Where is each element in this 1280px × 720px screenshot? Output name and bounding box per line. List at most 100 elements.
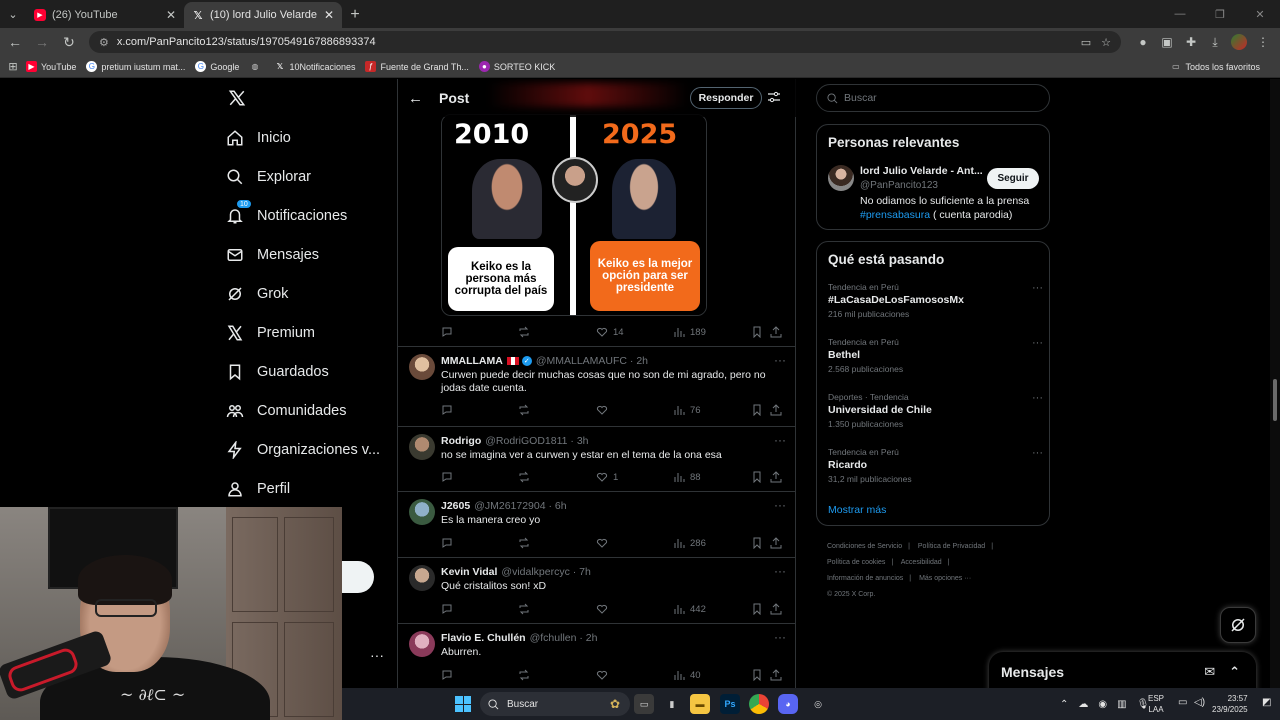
avatar[interactable] — [828, 165, 854, 191]
tab-search-icon[interactable]: ⌄ — [0, 0, 26, 28]
restore-button[interactable]: ❐ — [1200, 0, 1240, 28]
grok-button[interactable] — [1220, 607, 1256, 643]
back-button[interactable]: ← — [3, 30, 27, 54]
tab-youtube[interactable]: ▶ (26) YouTube ✕ — [26, 2, 184, 28]
bookmark-notificaciones[interactable]: 𝕏 10Notificaciones — [274, 61, 356, 72]
views-action[interactable]: 40 — [673, 669, 701, 681]
person-name[interactable]: lord Julio Velarde - Ant... — [860, 165, 983, 177]
taskbar-search[interactable]: Buscar ✿ — [480, 692, 630, 716]
nav-explorar[interactable]: Explorar — [226, 168, 311, 186]
bookmark-google[interactable]: G Google — [195, 61, 239, 72]
reply-button[interactable]: Responder — [690, 87, 762, 109]
task-view-icon[interactable]: ▭ — [634, 694, 654, 714]
app-tray-icon[interactable]: ▥ — [1117, 699, 1126, 710]
views-action[interactable]: 76 — [673, 404, 701, 416]
views-action[interactable]: 189 — [673, 326, 706, 338]
reply-tweet[interactable]: J2605 @JM26172904 · 6h ··· Es la manera … — [398, 492, 796, 557]
cast-icon[interactable]: ▭ — [1081, 36, 1091, 49]
extension-icon[interactable]: ▣ — [1155, 30, 1179, 54]
nav-organizaciones[interactable]: Organizaciones v... — [226, 441, 380, 459]
like-action[interactable] — [596, 404, 613, 416]
show-more-link[interactable]: Mostrar más — [828, 504, 886, 516]
reply-action[interactable] — [441, 404, 458, 416]
nav-mensajes[interactable]: Mensajes — [226, 246, 319, 264]
bookmark-action[interactable] — [751, 404, 768, 416]
bookmark-action[interactable] — [751, 471, 768, 483]
trend-item[interactable]: Deportes · Tendencia Universidad de Chil… — [828, 392, 1043, 429]
avatar[interactable] — [409, 565, 435, 591]
scrollbar-thumb[interactable] — [1273, 379, 1277, 421]
photoshop-icon[interactable]: Ps — [720, 694, 740, 714]
menu-icon[interactable]: ⋮ — [1251, 30, 1275, 54]
network-icon[interactable]: ▭ — [1178, 697, 1187, 708]
x-logo-icon[interactable] — [228, 89, 246, 107]
bookmark-action[interactable] — [751, 603, 768, 615]
nav-perfil[interactable]: Perfil — [226, 480, 290, 498]
bookmark-youtube[interactable]: ▶ YouTube — [26, 61, 76, 72]
trend-item[interactable]: Tendencia en Perú Ricardo 31,2 mil publi… — [828, 447, 1043, 484]
repost-action[interactable] — [518, 537, 535, 549]
apps-icon[interactable]: ⊞ — [0, 60, 26, 73]
like-action[interactable] — [596, 537, 613, 549]
volume-icon[interactable]: ◁) — [1194, 697, 1205, 708]
download-icon[interactable]: ⤓ — [1203, 30, 1227, 54]
close-icon[interactable]: ✕ — [324, 8, 334, 22]
more-icon[interactable]: ··· — [774, 630, 786, 644]
nav-grok[interactable]: Grok — [226, 285, 288, 303]
nav-guardados[interactable]: Guardados — [226, 363, 329, 381]
share-action[interactable] — [770, 404, 787, 416]
share-action[interactable] — [770, 669, 787, 681]
bookmark-pretium[interactable]: Gpretium iustum mat... — [86, 61, 185, 72]
views-action[interactable]: 286 — [673, 537, 706, 549]
puzzle-icon[interactable]: ✚ — [1179, 30, 1203, 54]
repost-action[interactable] — [518, 471, 535, 483]
avatar[interactable] — [409, 354, 435, 380]
reply-action[interactable] — [441, 669, 458, 681]
filter-icon[interactable] — [768, 91, 780, 103]
follow-button[interactable]: Seguir — [987, 168, 1039, 189]
site-info-icon[interactable]: ⚙ — [99, 36, 109, 49]
nav-notificaciones[interactable]: 10 Notificaciones — [226, 199, 347, 225]
bookmark-globe[interactable]: ◍ — [249, 61, 264, 72]
post-image[interactable]: 2010 Keiko es la persona más corrupta de… — [441, 114, 707, 316]
new-message-icon[interactable]: ✉ — [1204, 664, 1215, 680]
language-indicator[interactable]: ESP LAA — [1148, 693, 1164, 715]
views-action[interactable]: 442 — [673, 603, 706, 615]
like-action[interactable] — [596, 669, 613, 681]
messages-drawer[interactable]: Mensajes ✉ ⌃ — [989, 652, 1256, 688]
nav-comunidades[interactable]: Comunidades — [226, 402, 346, 420]
back-arrow-icon[interactable]: ← — [408, 90, 423, 107]
repost-action[interactable] — [518, 326, 535, 338]
reply-action[interactable] — [441, 537, 458, 549]
more-icon[interactable]: ··· — [774, 433, 786, 447]
bookmark-fuente[interactable]: ƒ Fuente de Grand Th... — [365, 61, 469, 72]
app-icon[interactable]: ◎ — [808, 694, 828, 714]
close-icon[interactable]: ✕ — [166, 8, 176, 22]
avatar[interactable] — [409, 499, 435, 525]
discord-icon[interactable]: ◕ — [778, 694, 798, 714]
hashtag-link[interactable]: #prensabasura — [860, 209, 930, 221]
reply-tweet[interactable]: Kevin Vidal @vidalkpercyc · 7h ··· Qué c… — [398, 558, 796, 623]
more-icon[interactable]: ··· — [1032, 447, 1043, 459]
share-action[interactable] — [770, 537, 787, 549]
expand-icon[interactable]: ⌃ — [1229, 664, 1240, 680]
footer-link[interactable]: Accesibilidad — [901, 559, 942, 566]
forward-button[interactable]: → — [30, 30, 54, 54]
profile-avatar[interactable] — [1231, 34, 1247, 50]
views-action[interactable]: 88 — [673, 471, 701, 483]
clock[interactable]: 23:57 23/9/2025 — [1212, 693, 1248, 715]
search-input[interactable]: Buscar — [816, 84, 1050, 112]
repost-action[interactable] — [518, 603, 535, 615]
reply-action[interactable] — [441, 326, 458, 338]
nav-premium[interactable]: Premium — [226, 324, 315, 342]
avatar[interactable] — [409, 434, 435, 460]
avatar[interactable] — [409, 631, 435, 657]
bookmark-action[interactable] — [751, 326, 768, 338]
reply-tweet[interactable]: MMALLAMA ✓ @MMALLAMAUFC · 2h ··· Curwen … — [398, 347, 796, 426]
share-action[interactable] — [770, 326, 787, 338]
bookmark-sorteo[interactable]: ● SORTEO KICK — [478, 61, 555, 72]
all-bookmarks[interactable]: ▭ Todos los favoritos — [1170, 61, 1260, 72]
footer-link[interactable]: Política de Privacidad — [918, 543, 985, 550]
footer-link[interactable]: Más opciones ··· — [919, 575, 971, 582]
nav-inicio[interactable]: Inicio — [226, 129, 291, 147]
